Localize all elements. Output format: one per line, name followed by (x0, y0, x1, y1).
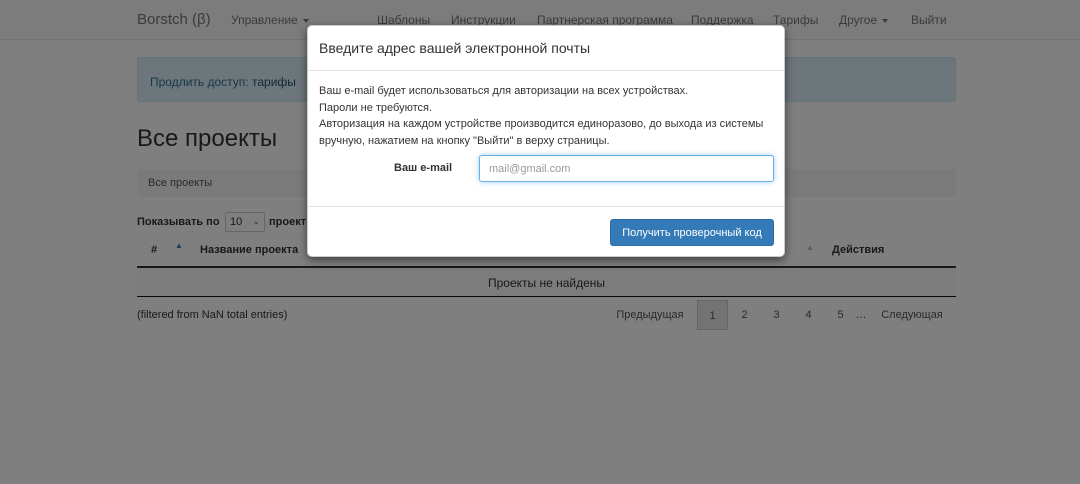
email-modal: Введите адрес вашей электронной почты Ва… (307, 25, 785, 257)
email-label: Ваш e-mail (394, 162, 453, 174)
modal-footer-divider (308, 206, 784, 207)
get-code-button[interactable]: Получить проверочный код (610, 219, 774, 246)
email-input[interactable] (479, 155, 774, 182)
modal-header: Введите адрес вашей электронной почты (308, 26, 784, 71)
modal-description: Ваш e-mail будет использоваться для авто… (319, 83, 775, 149)
modal-title: Введите адрес вашей электронной почты (319, 40, 591, 56)
modal-text-line: Ваш e-mail будет использоваться для авто… (319, 85, 689, 97)
modal-text-line: Авторизация на каждом устройстве произво… (319, 118, 764, 147)
modal-text-line: Пароли не требуются. (319, 101, 433, 114)
